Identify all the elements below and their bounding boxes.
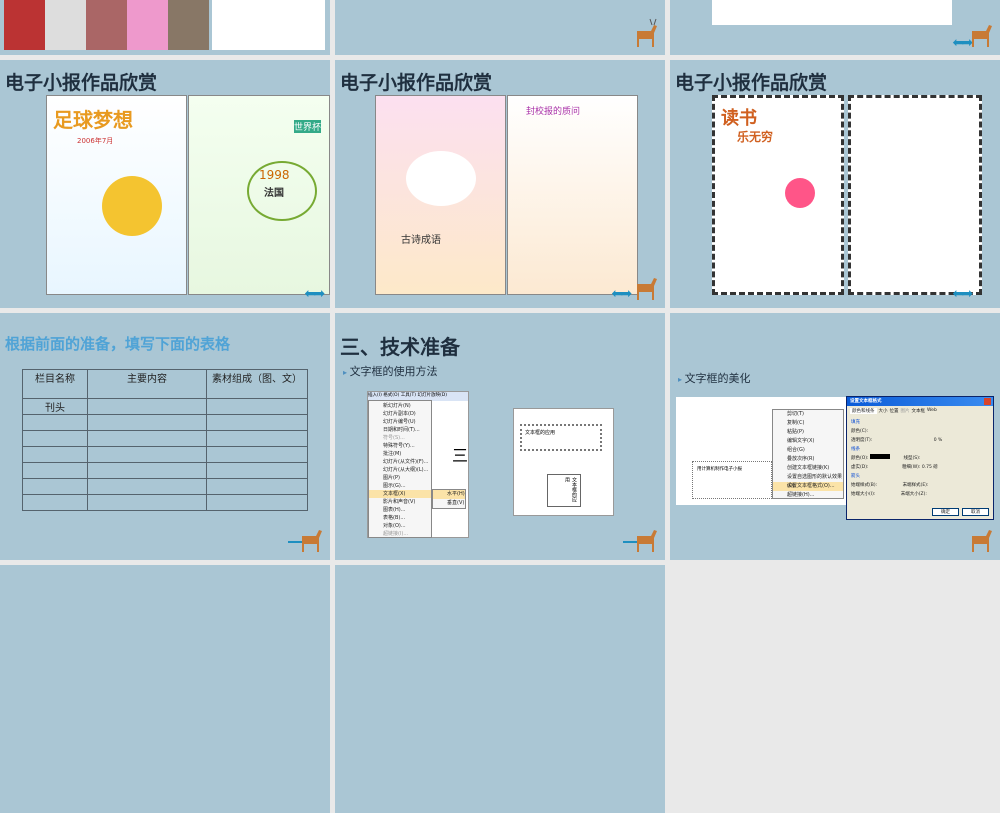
slide-title: 电子小报作品欣赏	[5, 72, 158, 94]
slide-thumbnail-5[interactable]: 电子小报作品欣赏 古诗成语 封校报的质问 ⬅➡	[335, 60, 665, 308]
table-row	[22, 446, 308, 463]
deer-icon	[972, 530, 992, 552]
poster-image-left: 足球梦想 2006年7月	[46, 95, 187, 295]
slide-thumbnail-1[interactable]	[0, 0, 330, 55]
deer-icon	[637, 530, 657, 552]
poster-image-left: 古诗成语	[375, 95, 506, 295]
textbox-sample-screenshot: 文本框的应用 文本框的应用	[513, 408, 614, 516]
poster-image-left: 读书 乐无穷	[712, 95, 844, 295]
deer-icon	[972, 25, 992, 47]
poster-image-right	[848, 95, 982, 295]
insert-menu-screenshot: 插入(I) 格式(O) 工具(T) 幻灯片放映(D) 新幻灯片(N) 幻灯片副本…	[367, 391, 469, 538]
slide-title: 根据前面的准备，填写下面的表格	[5, 335, 231, 353]
slide-thumbnail-8[interactable]: 三、技术准备 文字框的使用方法 插入(I) 格式(O) 工具(T) 幻灯片放映(…	[335, 313, 665, 560]
cancel-button[interactable]: 取消	[962, 508, 989, 516]
slide-title: 三、技术准备	[340, 335, 460, 359]
slide-title: 电子小报作品欣赏	[340, 72, 493, 94]
slide-title: 电子小报作品欣赏	[675, 72, 828, 94]
slide-thumbnail-10[interactable]	[0, 565, 330, 813]
insert-menu: 新幻灯片(N) 幻灯片副本(D) 幻灯片编号(U) 日期和时间(T)... 符号…	[368, 400, 432, 538]
table-row: 刊头	[22, 398, 308, 415]
format-textbox-dialog: 设置文本框格式 颜色和线条 大小 位置 图片 文本框 Web 填充 颜色(C): 透明度(…	[846, 396, 994, 520]
poster-image-right: 封校报的质问	[507, 95, 638, 295]
ok-button[interactable]: 确定	[932, 508, 959, 516]
slide-thumbnail-9[interactable]: 文字框的美化 用计算机制作电子小报 剪切(T) 复制(C) 粘贴(P) 编辑文字…	[670, 313, 1000, 560]
poster-image	[712, 0, 952, 25]
slide-thumbnail-11[interactable]	[335, 565, 665, 813]
slide-thumbnail-3[interactable]: ⬅➡	[670, 0, 1000, 55]
photo-collage	[4, 0, 209, 50]
table-row	[22, 494, 308, 511]
table-row	[22, 462, 308, 479]
nav-arrows-icon[interactable]: ⬅➡	[305, 286, 326, 302]
slide-thumbnail-6[interactable]: 电子小报作品欣赏 读书 乐无穷 ⬅➡	[670, 60, 1000, 308]
web-page-image	[212, 0, 325, 50]
slide-thumbnail-2[interactable]	[335, 0, 665, 55]
deer-icon	[637, 278, 657, 300]
slide-thumbnail-7[interactable]: 根据前面的准备，填写下面的表格 栏目名称 主要内容 素材组成（图、文） 刊头	[0, 313, 330, 560]
table-row	[22, 430, 308, 447]
nav-arrows-icon[interactable]: ⬅➡	[953, 286, 974, 302]
bullet-text: 文字框的使用方法	[343, 363, 438, 379]
deer-icon	[302, 530, 322, 552]
bullet-text: 文字框的美化	[678, 370, 751, 386]
table-row	[22, 478, 308, 495]
context-menu: 剪切(T) 复制(C) 粘贴(P) 编辑文字(X) 组合(G) 叠放次序(R) …	[772, 409, 844, 499]
planning-table: 栏目名称 主要内容 素材组成（图、文） 刊头	[22, 369, 308, 511]
context-menu-screenshot: 用计算机制作电子小报 剪切(T) 复制(C) 粘贴(P) 编辑文字(X) 组合(…	[676, 397, 846, 505]
nav-arrows-icon[interactable]: ⬅➡	[612, 286, 633, 302]
poster-image-right: 世界杯 1998 法国	[188, 95, 330, 295]
table-header-row: 栏目名称 主要内容 素材组成（图、文）	[22, 369, 308, 399]
slide-thumbnail-4[interactable]: 电子小报作品欣赏 足球梦想 2006年7月 世界杯 1998 法国 ⬅➡	[0, 60, 330, 308]
deer-icon	[637, 18, 657, 47]
textbox-submenu: 水平(H) 垂直(V)	[432, 489, 466, 509]
table-row	[22, 414, 308, 431]
